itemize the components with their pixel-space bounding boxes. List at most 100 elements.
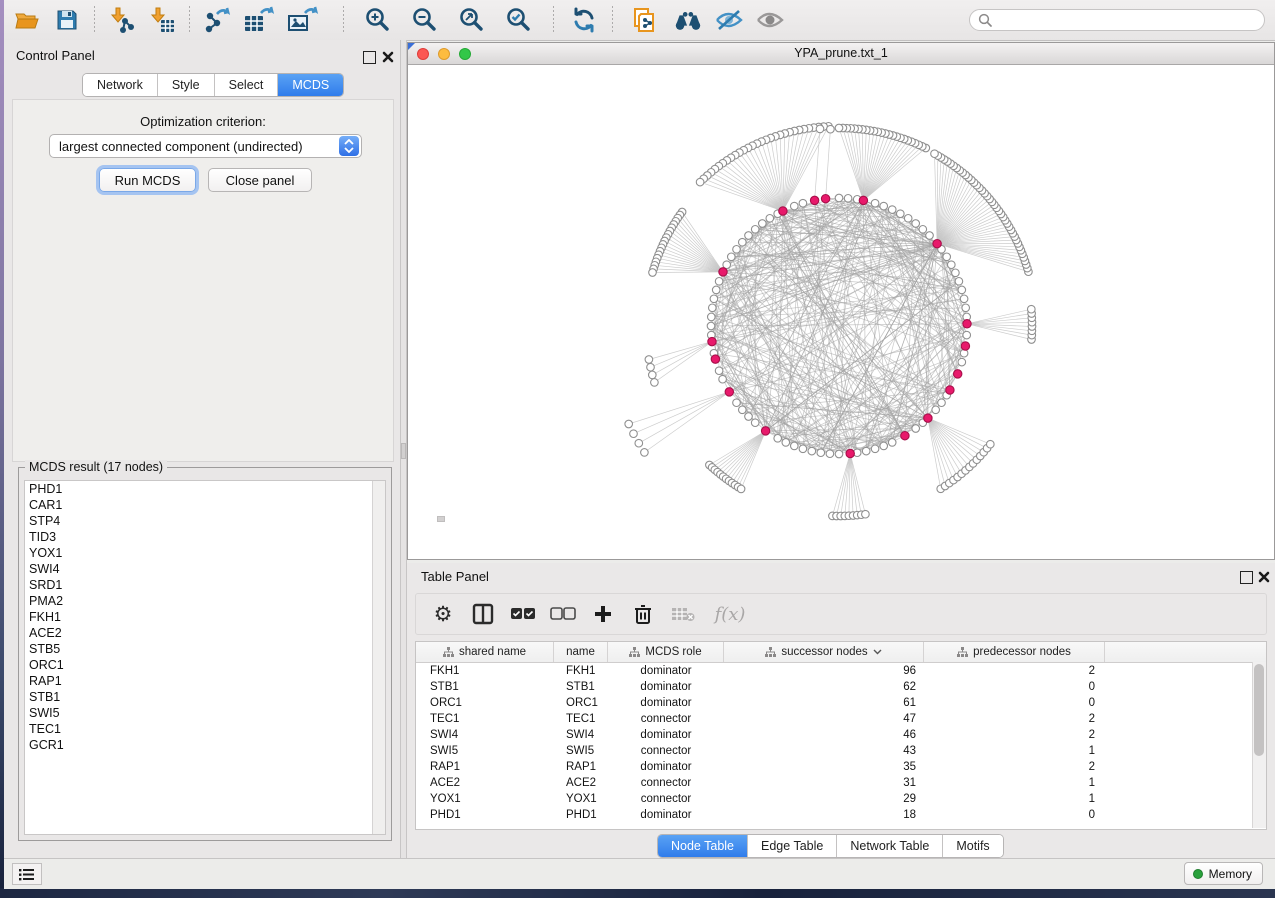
table-scrollbar[interactable] (1252, 662, 1266, 828)
mcds-result-item[interactable]: PHD1 (25, 481, 385, 497)
table-cell[interactable]: 31 (724, 777, 924, 789)
table-cell[interactable]: ORC1 (554, 697, 608, 709)
vertical-splitter[interactable] (400, 40, 407, 858)
table-row[interactable]: SWI4SWI4dominator462 (416, 727, 1266, 743)
create-column-icon[interactable] (590, 601, 616, 627)
mcds-result-item[interactable]: STB1 (25, 689, 385, 705)
table-cell[interactable]: ORC1 (416, 697, 554, 709)
mcds-result-item[interactable]: TEC1 (25, 721, 385, 737)
export-image-icon[interactable] (286, 5, 320, 35)
table-row[interactable]: SWI5SWI5connector431 (416, 743, 1266, 759)
table-cell[interactable]: RAP1 (554, 761, 608, 773)
mcds-result-item[interactable]: ORC1 (25, 657, 385, 673)
table-cell[interactable]: 62 (724, 681, 924, 693)
mcds-result-item[interactable]: FKH1 (25, 609, 385, 625)
mcds-result-item[interactable]: SWI4 (25, 561, 385, 577)
table-cell[interactable]: FKH1 (554, 665, 608, 677)
table-cell[interactable]: 2 (924, 761, 1105, 773)
zoom-selected-icon[interactable] (504, 5, 534, 35)
toggle-graphics-details-icon[interactable] (714, 5, 744, 35)
table-cell[interactable]: 1 (924, 777, 1105, 789)
duplicate-network-icon[interactable] (630, 5, 660, 35)
table-cell[interactable]: SWI4 (416, 729, 554, 741)
close-panel-icon[interactable] (382, 51, 394, 63)
memory-button[interactable]: Memory (1184, 862, 1263, 885)
tab-node-table[interactable]: Node Table (658, 835, 748, 857)
zoom-out-icon[interactable] (410, 5, 440, 35)
export-table-icon[interactable] (242, 5, 276, 35)
mcds-result-list[interactable]: PHD1 CAR1 STP4 TID3 YOX1 SWI4 SRD1 PMA2 … (24, 480, 386, 835)
mcds-result-item[interactable]: YOX1 (25, 545, 385, 561)
table-row[interactable]: FKH1FKH1dominator962 (416, 663, 1266, 679)
mcds-result-item[interactable]: RAP1 (25, 673, 385, 689)
table-cell[interactable]: TEC1 (554, 713, 608, 725)
table-cell[interactable]: connector (608, 745, 724, 757)
tab-motifs[interactable]: Motifs (943, 835, 1002, 857)
mcds-result-item[interactable]: SWI5 (25, 705, 385, 721)
deselect-all-rows-icon[interactable] (550, 601, 576, 627)
save-session-icon[interactable] (52, 5, 82, 35)
table-cell[interactable]: SWI4 (554, 729, 608, 741)
zoom-fit-icon[interactable] (457, 5, 487, 35)
table-cell[interactable]: 96 (724, 665, 924, 677)
table-cell[interactable]: dominator (608, 697, 724, 709)
table-row[interactable]: RAP1RAP1dominator352 (416, 759, 1266, 775)
close-panel-button[interactable]: Close panel (208, 168, 312, 192)
table-cell[interactable]: dominator (608, 681, 724, 693)
table-cell[interactable]: 29 (724, 793, 924, 805)
close-table-panel-icon[interactable] (1258, 571, 1270, 583)
table-cell[interactable]: 46 (724, 729, 924, 741)
table-cell[interactable]: ACE2 (416, 777, 554, 789)
select-all-rows-icon[interactable] (510, 601, 536, 627)
mcds-result-item[interactable]: SRD1 (25, 577, 385, 593)
table-cell[interactable]: 2 (924, 665, 1105, 677)
column-header-predecessor-nodes[interactable]: predecessor nodes (924, 642, 1105, 662)
table-cell[interactable]: SWI5 (554, 745, 608, 757)
table-cell[interactable]: PHD1 (416, 809, 554, 821)
network-window-titlebar[interactable]: YPA_prune.txt_1 (408, 43, 1274, 65)
column-header-successor-nodes[interactable]: successor nodes (724, 642, 924, 662)
column-manager-icon[interactable] (470, 601, 496, 627)
search-input[interactable] (997, 12, 1264, 28)
refresh-icon[interactable] (569, 5, 599, 35)
table-cell[interactable]: YOX1 (416, 793, 554, 805)
column-header-mcds-role[interactable]: MCDS role (608, 642, 724, 662)
import-network-icon[interactable] (107, 5, 137, 35)
table-cell[interactable]: 0 (924, 697, 1105, 709)
table-cell[interactable]: FKH1 (416, 665, 554, 677)
tab-edge-table[interactable]: Edge Table (748, 835, 837, 857)
column-header-name[interactable]: name (554, 642, 608, 662)
table-cell[interactable]: PHD1 (554, 809, 608, 821)
network-canvas[interactable] (408, 65, 1274, 559)
table-cell[interactable]: 1 (924, 745, 1105, 757)
table-scrollbar-thumb[interactable] (1254, 664, 1264, 756)
run-mcds-button[interactable]: Run MCDS (99, 168, 196, 192)
table-row[interactable]: ORC1ORC1dominator610 (416, 695, 1266, 711)
mcds-result-item[interactable]: CAR1 (25, 497, 385, 513)
table-cell[interactable]: YOX1 (554, 793, 608, 805)
table-row[interactable]: ACE2ACE2connector311 (416, 775, 1266, 791)
table-row[interactable]: STB1STB1dominator620 (416, 679, 1266, 695)
mcds-result-item[interactable]: PMA2 (25, 593, 385, 609)
horizontal-splitter-grip[interactable] (437, 516, 445, 522)
table-row[interactable]: PHD1PHD1dominator180 (416, 807, 1266, 823)
mcds-result-item[interactable]: STP4 (25, 513, 385, 529)
show-hide-details-icon[interactable] (755, 5, 785, 35)
open-file-icon[interactable] (12, 5, 42, 35)
tab-select[interactable]: Select (215, 74, 279, 96)
mcds-result-item[interactable]: ACE2 (25, 625, 385, 641)
table-cell[interactable]: dominator (608, 729, 724, 741)
table-cell[interactable]: 1 (924, 793, 1105, 805)
table-cell[interactable]: ACE2 (554, 777, 608, 789)
table-cell[interactable]: TEC1 (416, 713, 554, 725)
tab-style[interactable]: Style (158, 74, 215, 96)
table-mode-gear-icon[interactable]: ⚙ (430, 601, 456, 627)
table-cell[interactable]: dominator (608, 761, 724, 773)
search-binoculars-icon[interactable] (673, 5, 703, 35)
table-cell[interactable]: 0 (924, 809, 1105, 821)
import-table-icon[interactable] (147, 5, 177, 35)
search-box[interactable] (969, 9, 1265, 31)
table-cell[interactable]: connector (608, 777, 724, 789)
table-cell[interactable]: STB1 (554, 681, 608, 693)
zoom-in-icon[interactable] (363, 5, 393, 35)
